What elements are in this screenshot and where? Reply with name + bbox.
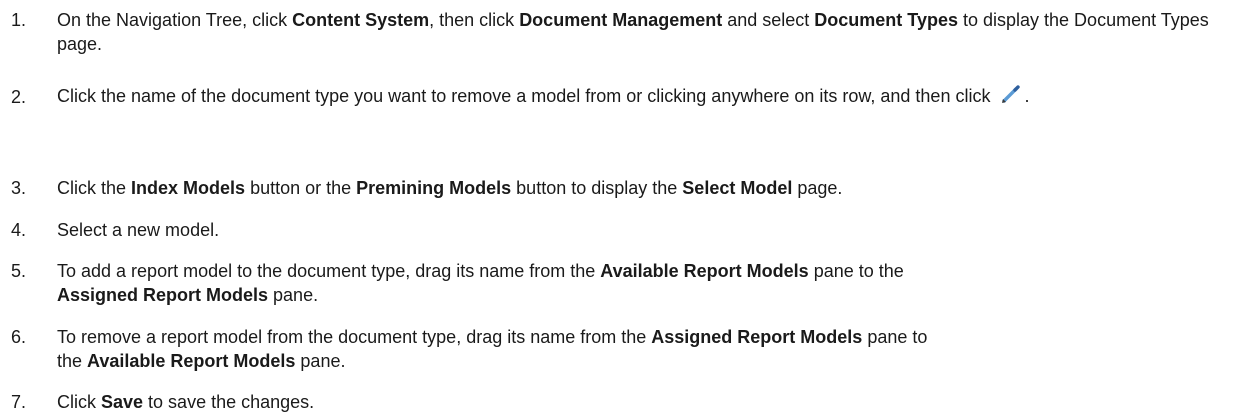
step-text: To remove a report model from the docume… — [57, 327, 928, 371]
step-text: Click the name of the document type you … — [57, 84, 1030, 106]
step-number: 6. — [11, 327, 27, 347]
step-number: 2. — [11, 87, 27, 107]
ui-term: Document Types — [814, 10, 958, 30]
step-text: Select a new model. — [57, 220, 220, 240]
step-number: 5. — [11, 261, 27, 281]
step-text: To add a report model to the document ty… — [57, 261, 904, 305]
step-text: On the Navigation Tree, click Content Sy… — [57, 10, 1209, 54]
step-number: 1. — [11, 10, 27, 30]
ui-term: Assigned Report Models — [651, 327, 863, 347]
edit-pencil-icon — [998, 84, 1024, 106]
ui-term: Available Report Models — [600, 261, 809, 281]
ui-term: Select Model — [682, 178, 793, 198]
ui-term: Index Models — [131, 178, 246, 198]
instruction-steps-list: 1. On the Navigation Tree, click Content… — [0, 0, 1256, 419]
step-number: 4. — [11, 220, 27, 240]
ui-term: Assigned Report Models — [57, 285, 269, 305]
ui-term: Document Management — [519, 10, 723, 30]
ui-term: Save — [101, 392, 144, 412]
step-number: 7. — [11, 392, 27, 412]
step-text: Click the Index Models button or the Pre… — [57, 178, 843, 198]
step-text: Click Save to save the changes. — [57, 392, 315, 412]
ui-term: Content System — [292, 10, 430, 30]
ui-term: Available Report Models — [87, 351, 296, 371]
ui-term: Premining Models — [356, 178, 512, 198]
step-number: 3. — [11, 178, 27, 198]
